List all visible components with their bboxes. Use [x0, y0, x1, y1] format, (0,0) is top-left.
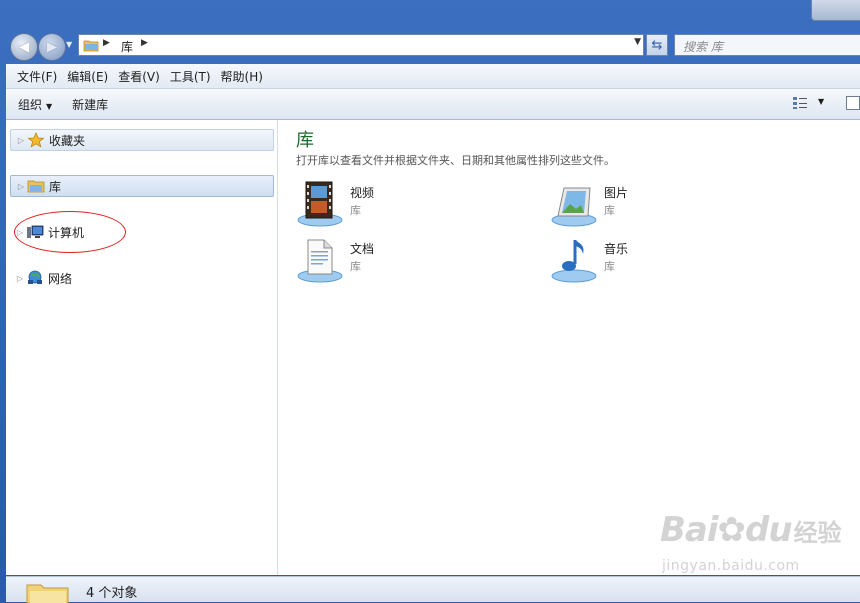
library-folder-icon — [83, 40, 99, 52]
watermark-brand: Bai — [660, 510, 719, 550]
watermark-url: jingyan.baidu.com — [662, 558, 800, 574]
watermark-jingyan: 经验 — [793, 519, 842, 547]
arrow-right-icon: ▶ — [46, 39, 58, 55]
library-type: 库 — [350, 260, 361, 273]
watermark-brand-du: du — [745, 510, 793, 550]
breadcrumb-library[interactable]: 库 — [121, 38, 133, 55]
library-name: 视频 — [350, 186, 375, 200]
expand-arrow-icon[interactable]: ▷ — [15, 182, 27, 191]
library-item-documents[interactable]: 文档 库 — [296, 236, 496, 286]
content-pane: 库 打开库以查看文件并根据文件夹、日期和其他属性排列这些文件。 视频 库 图片 … — [278, 120, 860, 575]
menu-bar: 文件(F) 编辑(E) 查看(V) 工具(T) 帮助(H) — [6, 64, 860, 89]
preview-pane-icon[interactable] — [846, 96, 860, 110]
menu-view[interactable]: 查看(V) — [113, 68, 165, 85]
menu-tools[interactable]: 工具(T) — [165, 68, 216, 85]
library-item-music[interactable]: 音乐 库 — [550, 236, 750, 286]
arrow-left-icon: ◀ — [18, 39, 30, 55]
nav-libraries[interactable]: ▷ 库 — [10, 175, 274, 197]
breadcrumb-arrow-icon[interactable]: ▶ — [141, 38, 148, 48]
change-view-icon[interactable] — [792, 96, 808, 110]
address-bar[interactable]: ▶ 库 ▶ ▼ — [78, 34, 644, 56]
watermark-paw-icon: ✿ — [717, 510, 746, 550]
menu-edit[interactable]: 编辑(E) — [62, 68, 113, 85]
address-row: ◀ ▶ ▼ ▶ 库 ▶ ▼ ⇆ 搜索 库 — [6, 30, 860, 62]
navigation-pane: ▷ 收藏夹 ▷ 库 ▷ 计算机 ▷ 网络 — [6, 120, 278, 575]
menu-file[interactable]: 文件(F) — [12, 68, 62, 85]
music-library-icon — [551, 240, 597, 283]
address-dropdown-icon[interactable]: ▼ — [634, 37, 641, 47]
library-type: 库 — [350, 204, 361, 217]
item-count: 4 个对象 — [86, 586, 138, 601]
expand-arrow-icon[interactable]: ▷ — [15, 136, 27, 145]
command-bar: 组织 ▼ 新建库 ▼ — [6, 89, 860, 120]
pictures-library-icon — [551, 187, 597, 227]
watermark-logo: Bai✿du经验 jingyan.baidu.com — [660, 510, 856, 582]
nav-network-label: 网络 — [48, 271, 73, 286]
annotation-circle — [14, 211, 126, 253]
nav-network[interactable]: ▷ 网络 — [10, 267, 274, 289]
forward-button[interactable]: ▶ — [38, 33, 66, 61]
refresh-button[interactable]: ⇆ — [646, 34, 668, 56]
breadcrumb-arrow-icon[interactable]: ▶ — [103, 38, 110, 48]
refresh-icon: ⇆ — [651, 37, 663, 53]
organize-button[interactable]: 组织 ▼ — [18, 96, 52, 113]
organize-label: 组织 — [18, 97, 43, 112]
library-type: 库 — [604, 204, 615, 217]
nav-favorites-label: 收藏夹 — [49, 133, 86, 148]
recent-pages-dropdown[interactable]: ▼ — [66, 40, 72, 49]
window-controls[interactable] — [811, 0, 860, 21]
back-button[interactable]: ◀ — [10, 33, 38, 61]
library-item-videos[interactable]: 视频 库 — [296, 180, 496, 230]
chevron-down-icon: ▼ — [46, 101, 53, 111]
expand-arrow-icon[interactable]: ▷ — [14, 274, 26, 283]
library-type: 库 — [604, 260, 615, 273]
page-description: 打开库以查看文件并根据文件夹、日期和其他属性排列这些文件。 — [296, 154, 615, 167]
library-item-pictures[interactable]: 图片 库 — [550, 180, 750, 230]
library-folder-icon — [26, 584, 69, 603]
page-title: 库 — [296, 130, 314, 151]
view-options-dropdown-icon[interactable]: ▼ — [818, 97, 824, 106]
menu-help[interactable]: 帮助(H) — [216, 68, 268, 85]
search-input[interactable]: 搜索 库 — [674, 34, 860, 56]
library-name: 图片 — [604, 186, 629, 200]
star-icon — [27, 132, 45, 148]
library-name: 音乐 — [604, 242, 629, 256]
network-icon — [28, 270, 42, 284]
library-folder-icon — [27, 180, 45, 193]
video-library-icon — [297, 181, 343, 227]
nav-libraries-label: 库 — [49, 179, 62, 194]
documents-library-icon — [297, 239, 343, 283]
library-name: 文档 — [350, 242, 375, 256]
new-library-button[interactable]: 新建库 — [72, 96, 108, 113]
nav-favorites[interactable]: ▷ 收藏夹 — [10, 129, 274, 151]
